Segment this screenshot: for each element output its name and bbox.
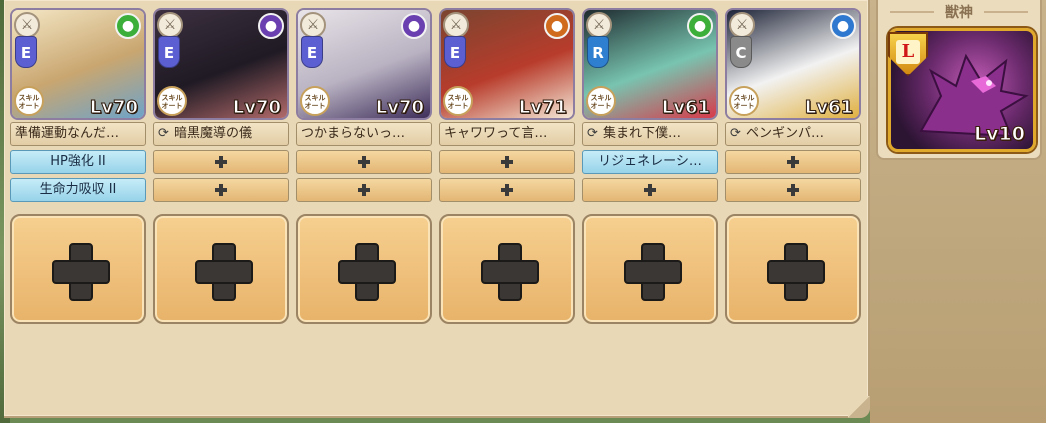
skill-name: 暗黒魔導の儀 bbox=[174, 126, 253, 141]
equip-slot-empty[interactable] bbox=[582, 178, 718, 202]
skill-auto-badge: スキル オート bbox=[729, 86, 759, 116]
wings-icon: ⚔ bbox=[443, 12, 469, 38]
cycle-icon: ⟳ bbox=[587, 126, 598, 141]
skill-name-slot[interactable]: ⟳ 暗黒魔導の儀 bbox=[153, 122, 289, 146]
skill-name: 集まれ下僕… bbox=[603, 126, 682, 141]
element-dark-icon: ● bbox=[258, 13, 284, 39]
skill-name: 準備運動なんだ… bbox=[15, 126, 120, 141]
element-wind-icon: ● bbox=[687, 13, 713, 39]
equip-slot-filled[interactable]: HP強化 II bbox=[10, 150, 146, 174]
equip-label: 生命力吸収 II bbox=[39, 182, 117, 197]
plus-icon bbox=[52, 243, 110, 301]
rank-badge: C bbox=[730, 36, 752, 68]
beast-rank-letter: L bbox=[896, 40, 920, 64]
plus-icon bbox=[195, 243, 253, 301]
skill-name: つかまらないっ… bbox=[301, 126, 406, 141]
plus-icon bbox=[481, 243, 539, 301]
unit-card[interactable]: ⚔ ● E スキル オート Lv70 bbox=[10, 8, 146, 120]
equip-label: HP強化 II bbox=[50, 154, 106, 169]
equip-slot-empty[interactable] bbox=[725, 150, 861, 174]
element-wind-icon: ● bbox=[115, 13, 141, 39]
skill-auto-badge: スキル オート bbox=[443, 86, 473, 116]
element-fire-icon: ● bbox=[544, 13, 570, 39]
skill-auto-badge: スキル オート bbox=[300, 86, 330, 116]
skill-name-slot[interactable]: キャワワって言… bbox=[439, 122, 575, 146]
staff-icon: ⚔ bbox=[157, 12, 183, 38]
panel-corner-curl bbox=[848, 396, 870, 418]
element-dark-icon: ● bbox=[401, 13, 427, 39]
empty-unit-slot[interactable] bbox=[725, 214, 861, 324]
unit-level: Lv61 bbox=[661, 97, 710, 119]
rank-badge: R bbox=[587, 36, 609, 68]
plus-icon bbox=[338, 243, 396, 301]
equip-slot-empty[interactable] bbox=[439, 178, 575, 202]
equip-slot-filled[interactable]: リジェネレーシ… bbox=[582, 150, 718, 174]
plus-icon bbox=[624, 243, 682, 301]
unit-level: Lv70 bbox=[232, 97, 281, 119]
skill-name-slot[interactable]: ⟳ 集まれ下僕… bbox=[582, 122, 718, 146]
spiral-icon: ⚔ bbox=[729, 12, 755, 38]
equip-slot-empty[interactable] bbox=[439, 150, 575, 174]
unit-card[interactable]: ⚔ ● E スキル オート Lv70 bbox=[153, 8, 289, 120]
horn-icon: ⚔ bbox=[586, 12, 612, 38]
plus-icon bbox=[767, 243, 825, 301]
equip-slot-empty[interactable] bbox=[725, 178, 861, 202]
empty-unit-slot[interactable] bbox=[153, 214, 289, 324]
equip-slot-empty[interactable] bbox=[153, 150, 289, 174]
unit-level: Lv70 bbox=[89, 97, 138, 119]
skill-auto-badge: スキル オート bbox=[157, 86, 187, 116]
unit-level: Lv61 bbox=[804, 97, 853, 119]
rank-badge: E bbox=[301, 36, 323, 68]
beast-level: Lv10 bbox=[974, 123, 1026, 146]
unit-card[interactable]: ⚔ ● C スキル オート Lv61 bbox=[725, 8, 861, 120]
unit-card[interactable]: ⚔ ● E スキル オート Lv71 bbox=[439, 8, 575, 120]
equip-slot-empty[interactable] bbox=[153, 178, 289, 202]
skill-auto-badge: スキル オート bbox=[14, 86, 44, 116]
skill-auto-badge: スキル オート bbox=[586, 86, 616, 116]
skill-name: キャワワって言… bbox=[444, 126, 548, 141]
rank-badge: E bbox=[444, 36, 466, 68]
unit-level: Lv70 bbox=[375, 97, 424, 119]
unit-card[interactable]: ⚔ ● E スキル オート Lv70 bbox=[296, 8, 432, 120]
empty-unit-slot[interactable] bbox=[582, 214, 718, 324]
rank-badge: E bbox=[15, 36, 37, 68]
equip-label: リジェネレーシ… bbox=[598, 154, 702, 169]
swords-icon: ⚔ bbox=[14, 12, 40, 38]
skill-name-slot[interactable]: つかまらないっ… bbox=[296, 122, 432, 146]
skill-name-slot[interactable]: ⟳ ペンギンパ… bbox=[725, 122, 861, 146]
empty-unit-slot[interactable] bbox=[439, 214, 575, 324]
skill-name: ペンギンパ… bbox=[746, 126, 825, 141]
beast-title: 獣神 bbox=[878, 2, 1040, 22]
equip-slot-filled[interactable]: 生命力吸収 II bbox=[10, 178, 146, 202]
equip-slot-empty[interactable] bbox=[296, 178, 432, 202]
equip-slot-empty[interactable] bbox=[296, 150, 432, 174]
cycle-icon: ⟳ bbox=[158, 126, 169, 141]
unit-card[interactable]: ⚔ ● R スキル オート Lv61 bbox=[582, 8, 718, 120]
cycle-icon: ⟳ bbox=[730, 126, 741, 141]
rank-badge: E bbox=[158, 36, 180, 68]
empty-unit-slot[interactable] bbox=[10, 214, 146, 324]
skill-name-slot[interactable]: 準備運動なんだ… bbox=[10, 122, 146, 146]
empty-unit-slot[interactable] bbox=[296, 214, 432, 324]
swords-icon: ⚔ bbox=[300, 12, 326, 38]
element-water-icon: ● bbox=[830, 13, 856, 39]
unit-level: Lv71 bbox=[518, 97, 567, 119]
